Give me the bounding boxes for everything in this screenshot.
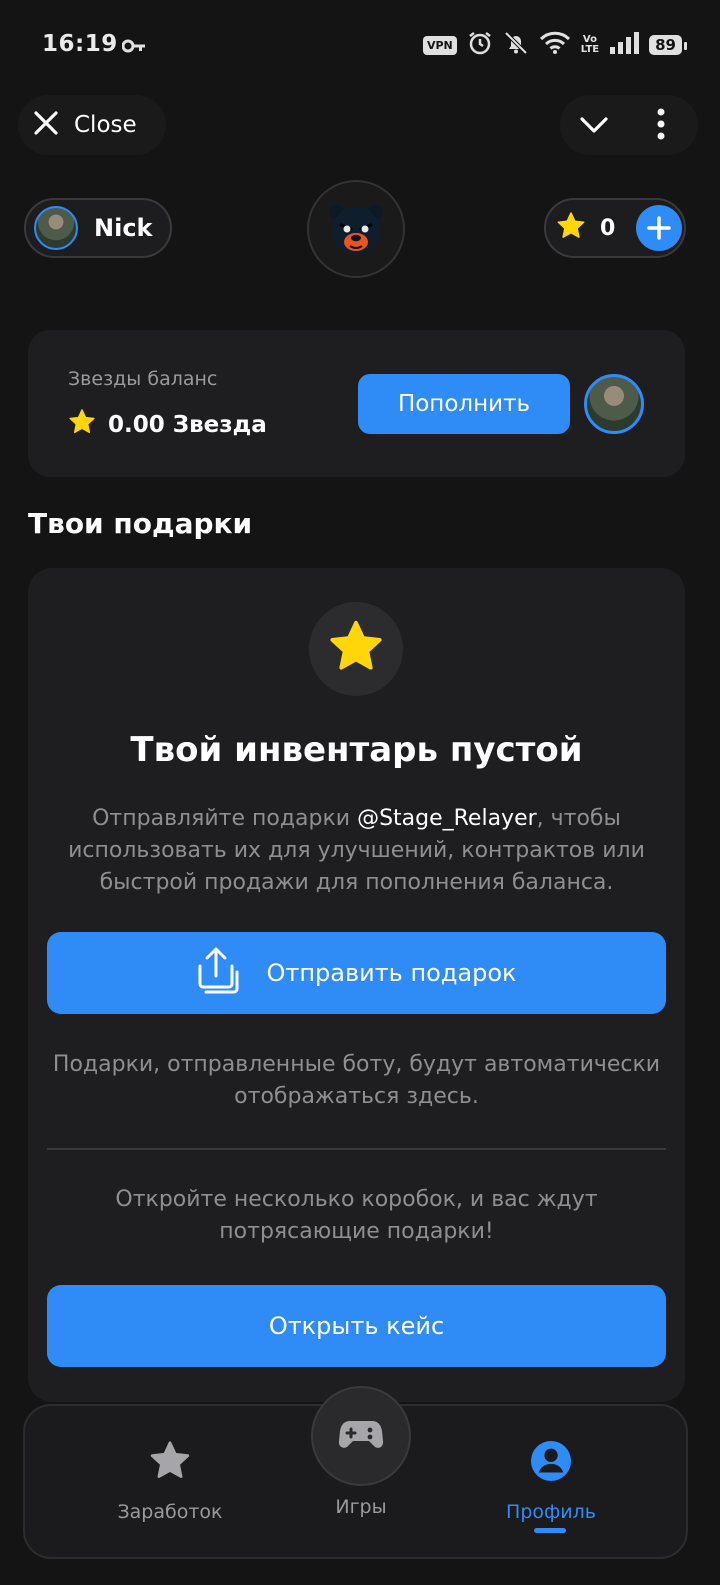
auto-display-note: Подарки, отправленные боту, будут автома… (52, 1052, 661, 1109)
send-gift-button[interactable]: Отправить подарок (47, 932, 666, 1014)
open-case-button[interactable]: Открыть кейс (47, 1285, 666, 1367)
nav-earn[interactable]: Заработок (70, 1440, 270, 1523)
open-boxes-note: Откройте несколько коробок, и вас ждут п… (115, 1187, 598, 1244)
divider (47, 1148, 666, 1150)
empty-inventory-title: Твой инвентарь пустой (130, 730, 583, 770)
balance-label: Звезды баланс (68, 368, 218, 390)
bear-logo (307, 180, 405, 278)
desc-text-1: Отправляйте подарки (92, 806, 358, 831)
key-icon (121, 38, 146, 57)
plus-icon[interactable] (636, 205, 682, 251)
close-label: Close (74, 112, 137, 138)
empty-inventory-description: Отправляйте подарки @Stage_Relayer, чтоб… (58, 803, 655, 899)
nav-games[interactable]: Игры (261, 1496, 461, 1518)
gamepad-icon (338, 1417, 384, 1455)
nav-games-label: Игры (335, 1496, 387, 1518)
battery-icon: 89 (649, 35, 687, 55)
alarm-icon (467, 30, 493, 60)
games-bubble[interactable] (311, 1386, 411, 1486)
close-icon (32, 109, 60, 141)
wifi-icon (539, 31, 571, 59)
profile-icon (529, 1440, 573, 1487)
balance-amount: 0.00 Звезда (108, 412, 267, 438)
star-icon (556, 211, 586, 245)
avatar (34, 206, 78, 250)
star-icon (68, 408, 96, 442)
bot-mention-link[interactable]: @Stage_Relayer (357, 806, 537, 831)
status-bar: 16:19 VPN Vo LTE 89 (0, 0, 720, 92)
bottom-navigation: Заработок Игры Профиль (23, 1386, 688, 1559)
close-button[interactable]: Close (18, 95, 166, 155)
star-icon (328, 619, 384, 679)
user-name: Nick (94, 214, 153, 242)
more-vertical-icon[interactable] (656, 107, 666, 145)
bell-off-icon (503, 30, 529, 60)
stars-balance-pill[interactable]: 0 (544, 198, 686, 258)
nav-profile[interactable]: Профиль (451, 1440, 651, 1523)
vpn-icon: VPN (422, 35, 457, 55)
active-tab-indicator (534, 1528, 566, 1533)
avatar[interactable] (584, 374, 644, 434)
window-menu (560, 95, 698, 155)
section-title: Твои подарки (28, 507, 253, 540)
stars-count: 0 (600, 215, 616, 241)
share-upload-icon (196, 946, 240, 1000)
volte-bottom: LTE (580, 44, 600, 55)
gifts-card: Твой инвентарь пустой Отправляйте подарк… (28, 568, 685, 1402)
signal-icon (609, 31, 640, 59)
status-icons: VPN Vo LTE 89 (422, 30, 687, 60)
chevron-down-icon[interactable] (578, 109, 610, 145)
send-gift-label: Отправить подарок (266, 959, 517, 987)
user-profile-pill[interactable]: Nick (24, 198, 172, 258)
star-badge (309, 602, 403, 696)
balance-card: Звезды баланс 0.00 Звезда Пополнить (28, 330, 685, 477)
star-icon (148, 1440, 192, 1487)
nav-profile-label: Профиль (506, 1501, 596, 1523)
balance-value: 0.00 Звезда (68, 408, 267, 442)
volte-icon: Vo LTE (581, 35, 599, 55)
topup-button[interactable]: Пополнить (358, 374, 570, 434)
status-time: 16:19 (42, 31, 118, 57)
nav-earn-label: Заработок (117, 1501, 223, 1523)
